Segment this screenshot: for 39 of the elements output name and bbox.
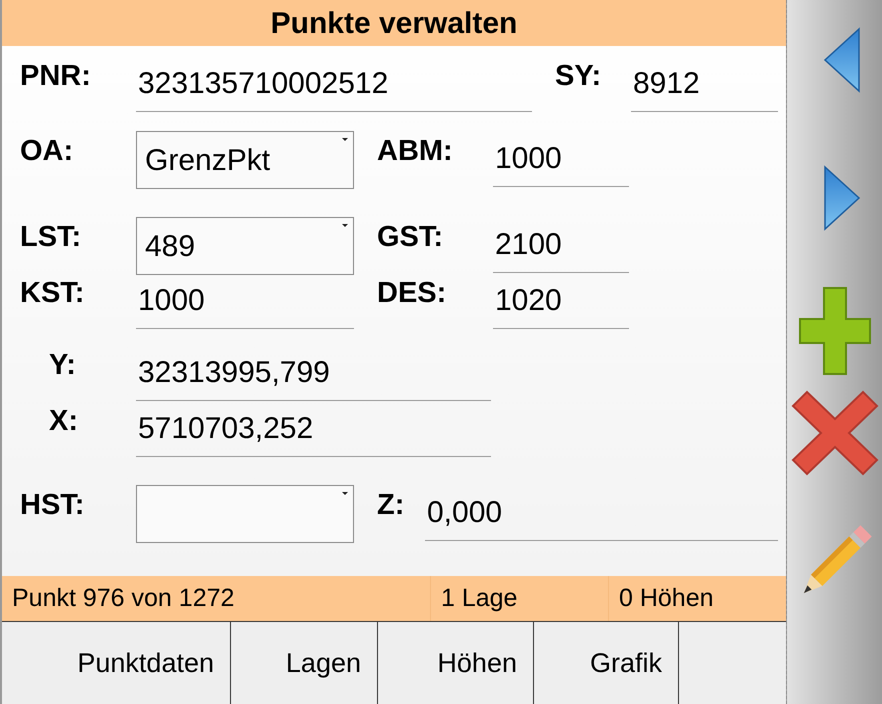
left-triangle-icon <box>822 27 860 93</box>
input-field[interactable]: 1020 <box>493 273 629 329</box>
field-label: Y: <box>49 349 76 381</box>
right-triangle-icon <box>822 165 860 231</box>
field-label: PNR: <box>20 60 91 92</box>
input-field[interactable]: 32313995,799 <box>136 345 491 401</box>
field-label: Z: <box>377 489 404 521</box>
field-label: OA: <box>20 135 74 167</box>
add-button[interactable] <box>796 285 872 377</box>
status-text: 0 Höhen <box>619 582 714 614</box>
input-field[interactable]: 1000 <box>136 273 354 329</box>
field-label: GST: <box>377 221 444 253</box>
status-text: 1 Lage <box>441 582 518 614</box>
input-field[interactable]: 1000 <box>493 131 629 187</box>
dropdown[interactable]: GrenzPkt <box>136 131 354 189</box>
field-label: HST: <box>20 489 84 521</box>
field-label: SY: <box>555 60 602 92</box>
dropdown[interactable]: 489 <box>136 217 354 275</box>
field-label: LST: <box>20 221 82 253</box>
field-label: KST: <box>20 277 84 309</box>
dropdown-caret-icon <box>342 224 348 227</box>
status-text: Punkt 976 von 1272 <box>12 582 234 614</box>
input-field[interactable]: 8912 <box>631 56 778 112</box>
field-label: DES: <box>377 277 446 309</box>
next-button[interactable] <box>822 164 862 232</box>
input-field[interactable]: 2100 <box>493 217 629 273</box>
dropdown-caret-icon <box>342 492 348 495</box>
close-icon <box>790 390 878 476</box>
input-field[interactable]: 323135710002512 <box>136 56 532 112</box>
field-label: X: <box>49 405 78 437</box>
field-label: ABM: <box>377 135 453 167</box>
title-bar: Punkte verwalten <box>2 0 786 46</box>
input-field[interactable]: 0,000 <box>425 485 778 541</box>
input-field[interactable]: 5710703,252 <box>136 401 491 457</box>
dropdown-caret-icon <box>342 138 348 141</box>
delete-button[interactable] <box>790 389 880 477</box>
previous-button[interactable] <box>822 26 862 94</box>
plus-icon <box>798 286 872 376</box>
dropdown[interactable] <box>136 485 354 543</box>
